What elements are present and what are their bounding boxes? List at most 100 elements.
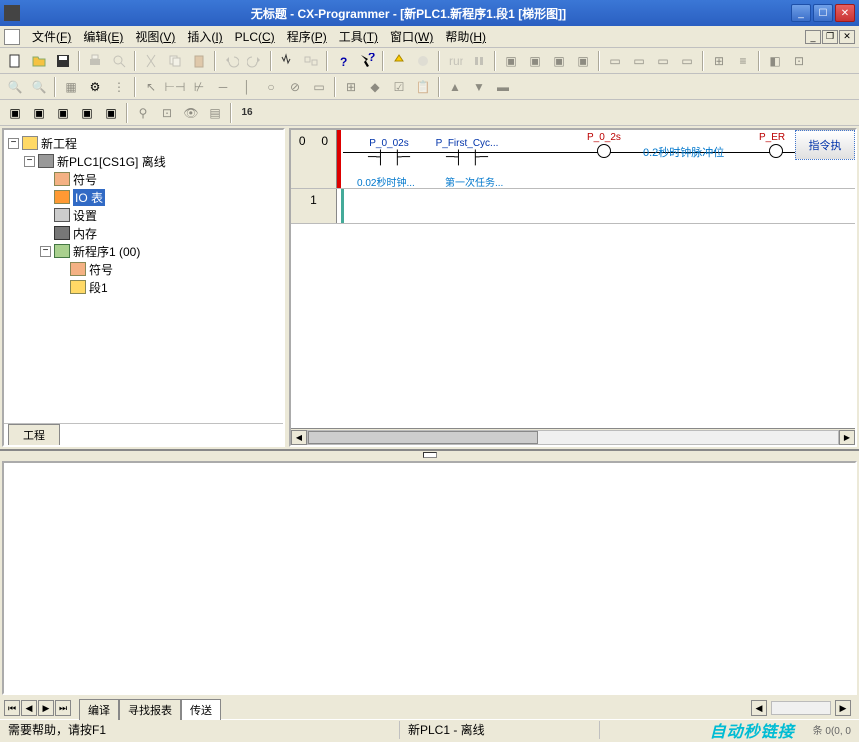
transfer-to-button[interactable]: ▣ [500,50,522,72]
comment-button[interactable]: 📋 [412,76,434,98]
scroll-thumb[interactable] [308,431,538,444]
menu-plc[interactable]: PLC(C) [229,28,281,46]
view4-button[interactable]: ▣ [76,102,98,124]
contact-p002s[interactable]: P_0_02s ─┤ ├─ 0.02秒时钟... [357,138,421,167]
project-tab[interactable]: 工程 [8,424,60,445]
end-instruction[interactable]: 指令执 [795,130,855,160]
output-nav-next[interactable]: ▶ [38,700,54,716]
contact-firstcyc[interactable]: P_First_Cyc... ─┤ ├─ 第一次任务... [435,138,499,167]
print-button[interactable] [84,50,106,72]
tree-root[interactable]: −新工程 [8,134,279,152]
scroll-track[interactable] [307,430,839,445]
zoom-out-button[interactable]: 🔍 [28,76,50,98]
output-gripper[interactable] [0,451,859,459]
view3-button[interactable]: ▣ [52,102,74,124]
tree-prog-symbols[interactable]: 符号 [8,260,279,278]
find-button[interactable] [276,50,298,72]
output-scroll-right[interactable]: ▶ [835,700,851,716]
close-button[interactable]: ✕ [835,4,855,22]
tree-section[interactable]: 段1 [8,278,279,296]
track4-button[interactable]: ▭ [676,50,698,72]
rung-del-button[interactable]: ▬ [492,76,514,98]
menu-program[interactable]: 程序(P) [281,26,333,47]
output-body[interactable] [2,461,857,695]
cut-button[interactable] [140,50,162,72]
track1-button[interactable]: ▭ [604,50,626,72]
track2-button[interactable]: ▭ [628,50,650,72]
extra2-button[interactable]: ⊡ [788,50,810,72]
tree-program[interactable]: −新程序1 (00) [8,242,279,260]
minimize-button[interactable]: _ [791,4,811,22]
tree-memory[interactable]: 内存 [8,224,279,242]
symbol-button[interactable]: ⚙ [84,76,106,98]
output-tab-find[interactable]: 寻找报表 [119,699,181,720]
rung-1[interactable]: 1 [291,189,855,224]
select-tool[interactable]: ↖ [140,76,162,98]
menu-edit[interactable]: 编辑(E) [77,26,129,47]
output-nav-first[interactable]: ⏮ [4,700,20,716]
tree-plc[interactable]: −新PLC1[CS1G] 离线 [8,152,279,170]
output-nav-prev[interactable]: ◀ [21,700,37,716]
replace-button[interactable] [300,50,322,72]
undo-button[interactable] [220,50,242,72]
transfer-from-button[interactable]: ▣ [524,50,546,72]
print-preview-button[interactable] [108,50,130,72]
scroll-left-button[interactable]: ◀ [291,430,307,445]
extra1-button[interactable]: ◧ [764,50,786,72]
tree-symbols[interactable]: 符号 [8,170,279,188]
menu-insert[interactable]: 插入(I) [181,26,228,47]
coil-neg-tool[interactable]: ⊘ [284,76,306,98]
contact-open-tool[interactable]: ⊢⊣ [164,76,186,98]
rung-up-button[interactable]: ▲ [444,76,466,98]
output-scroll-track[interactable] [771,701,831,715]
vline-tool[interactable]: │ [236,76,258,98]
menu-window[interactable]: 窗口(W) [384,26,439,47]
mdi-close[interactable]: ✕ [839,30,855,44]
check-button[interactable]: ☑ [388,76,410,98]
coil-p02s[interactable]: P_0_2s [597,144,611,158]
project-tree[interactable]: −新工程 −新PLC1[CS1G] 离线 符号 IO 表 设置 内存 −新程序1… [4,130,283,423]
zoom-in-button[interactable]: 🔍 [4,76,26,98]
work-online-button[interactable] [412,50,434,72]
xref-button[interactable]: ⊡ [156,102,178,124]
save-button[interactable] [52,50,74,72]
output-tab-transfer[interactable]: 传送 [181,699,221,720]
watch-button[interactable]: 👁 [180,102,202,124]
mdi-minimize[interactable]: _ [805,30,821,44]
monitor-button[interactable]: ▣ [572,50,594,72]
section-button[interactable]: ⊞ [340,76,362,98]
rung-down-button[interactable]: ▼ [468,76,490,98]
grid-button[interactable]: ▦ [60,76,82,98]
tree-io-table[interactable]: IO 表 [8,188,279,206]
new-button[interactable] [4,50,26,72]
copy-button[interactable] [164,50,186,72]
goto-button[interactable]: ⚲ [132,102,154,124]
track3-button[interactable]: ▭ [652,50,674,72]
menu-tools[interactable]: 工具(T) [333,26,384,47]
radix-button[interactable]: 16 [236,102,258,124]
online-button[interactable] [388,50,410,72]
output-button[interactable]: ▤ [204,102,226,124]
help-button[interactable]: ? [332,50,354,72]
compare-button[interactable]: ▣ [548,50,570,72]
output-nav-last[interactable]: ⏭ [55,700,71,716]
ladder-hscroll[interactable]: ◀ ▶ [291,428,855,445]
address-button[interactable]: ⋮ [108,76,130,98]
view1-button[interactable]: ▣ [4,102,26,124]
pause-button[interactable] [468,50,490,72]
coil-tool[interactable]: ○ [260,76,282,98]
mnemonic-icon[interactable]: ≡ [732,50,754,72]
maximize-button[interactable]: ☐ [813,4,833,22]
ladder-icon[interactable]: ⊞ [708,50,730,72]
menu-file[interactable]: 文件(F) [26,26,77,47]
menu-help[interactable]: 帮助(H) [439,26,492,47]
scroll-right-button[interactable]: ▶ [839,430,855,445]
paste-button[interactable] [188,50,210,72]
tree-settings[interactable]: 设置 [8,206,279,224]
view5-button[interactable]: ▣ [100,102,122,124]
context-help-button[interactable]: ? [356,50,378,72]
open-button[interactable] [28,50,50,72]
output-tab-compile[interactable]: 编译 [79,699,119,720]
view2-button[interactable]: ▣ [28,102,50,124]
output-scroll-left[interactable]: ◀ [751,700,767,716]
